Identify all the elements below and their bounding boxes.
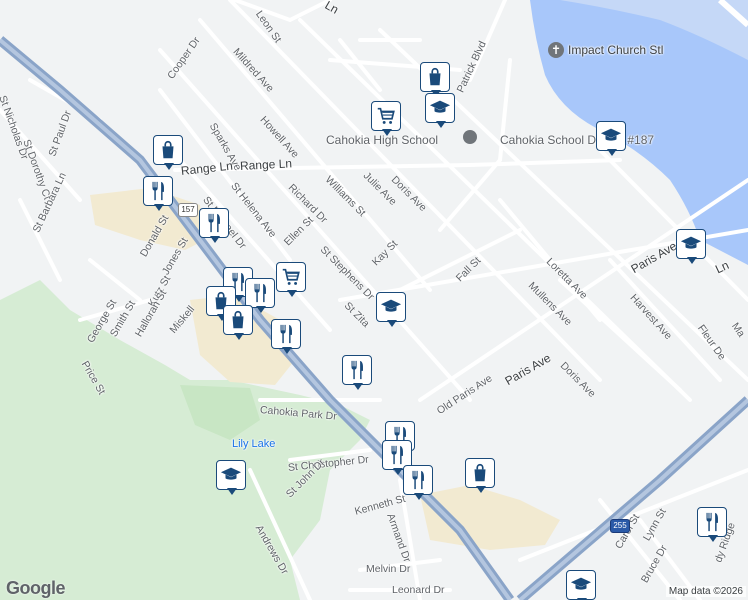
shopping-bag-icon [153,135,183,165]
shopping-cart-icon [371,101,401,131]
graduation-cap-icon [676,229,706,259]
shopping-bag-icon [465,458,495,488]
marker-tail [287,290,297,297]
street-label-leonard-dr: Leonard Dr [392,584,445,596]
shopping-cart-icon [276,262,306,292]
route-shield-157: 157 [178,203,198,217]
map-attribution[interactable]: Map data ©2026 [665,586,746,597]
marker-grocery[interactable] [276,262,308,298]
fork-knife-icon [342,355,372,385]
marker-school[interactable] [376,292,408,328]
place-label-impact-church[interactable]: Impact Church Stl [568,44,663,56]
marker-grocery[interactable] [371,101,403,137]
map-canvas[interactable]: Leon St Mildred Ave Cooper Dr Howell Ave… [0,0,748,600]
marker-tail [210,236,220,243]
marker-school[interactable] [216,460,248,496]
graduation-cap-icon [596,121,626,151]
marker-school[interactable] [566,570,598,600]
marker-school[interactable] [596,121,628,157]
marker-restaurant[interactable] [143,176,175,212]
graduation-cap-icon [566,570,596,600]
fork-knife-icon [271,319,301,349]
marker-tail [154,204,164,211]
marker-tail [234,333,244,340]
graduation-cap-icon [376,292,406,322]
marker-tail [607,149,617,156]
marker-restaurant[interactable] [697,507,729,543]
fork-knife-icon [199,208,229,238]
marker-tail [687,257,697,264]
shopping-bag-icon [223,305,253,335]
marker-tail [436,121,446,128]
google-logo: Google [6,578,66,598]
marker-school[interactable] [425,93,457,129]
marker-tail [387,320,397,327]
marker-tail [164,163,174,170]
shopping-bag-icon [420,62,450,92]
graduation-cap-icon [425,93,455,123]
marker-tail [227,488,237,495]
marker-restaurant[interactable] [199,208,231,244]
marker-restaurant[interactable] [271,319,303,355]
street-label-melvin-dr: Melvin Dr [366,563,411,575]
marker-tail [382,129,392,136]
marker-shopping[interactable] [223,305,255,341]
school-small-icon [463,130,477,144]
route-shield-255: 255 [610,519,630,533]
marker-tail [353,383,363,390]
place-label-lily-lake[interactable]: Lily Lake [232,438,275,450]
marker-tail [282,347,292,354]
fork-knife-icon [403,465,433,495]
marker-tail [708,535,718,542]
fork-knife-icon [143,176,173,206]
marker-shopping[interactable] [153,135,185,171]
marker-restaurant[interactable] [403,465,435,501]
marker-tail [393,468,403,475]
marker-restaurant[interactable] [342,355,374,391]
marker-school[interactable] [676,229,708,265]
place-label-cahokia-school-district[interactable]: Cahokia School District #187 [500,134,654,146]
marker-tail [476,486,486,493]
marker-shopping[interactable] [465,458,497,494]
street-label-range-ln-2: Range Ln [239,156,293,173]
marker-tail [256,306,266,313]
marker-tail [414,493,424,500]
graduation-cap-icon [216,460,246,490]
church-icon: ✝ [548,42,564,58]
fork-knife-icon [697,507,727,537]
fork-knife-icon [245,278,275,308]
